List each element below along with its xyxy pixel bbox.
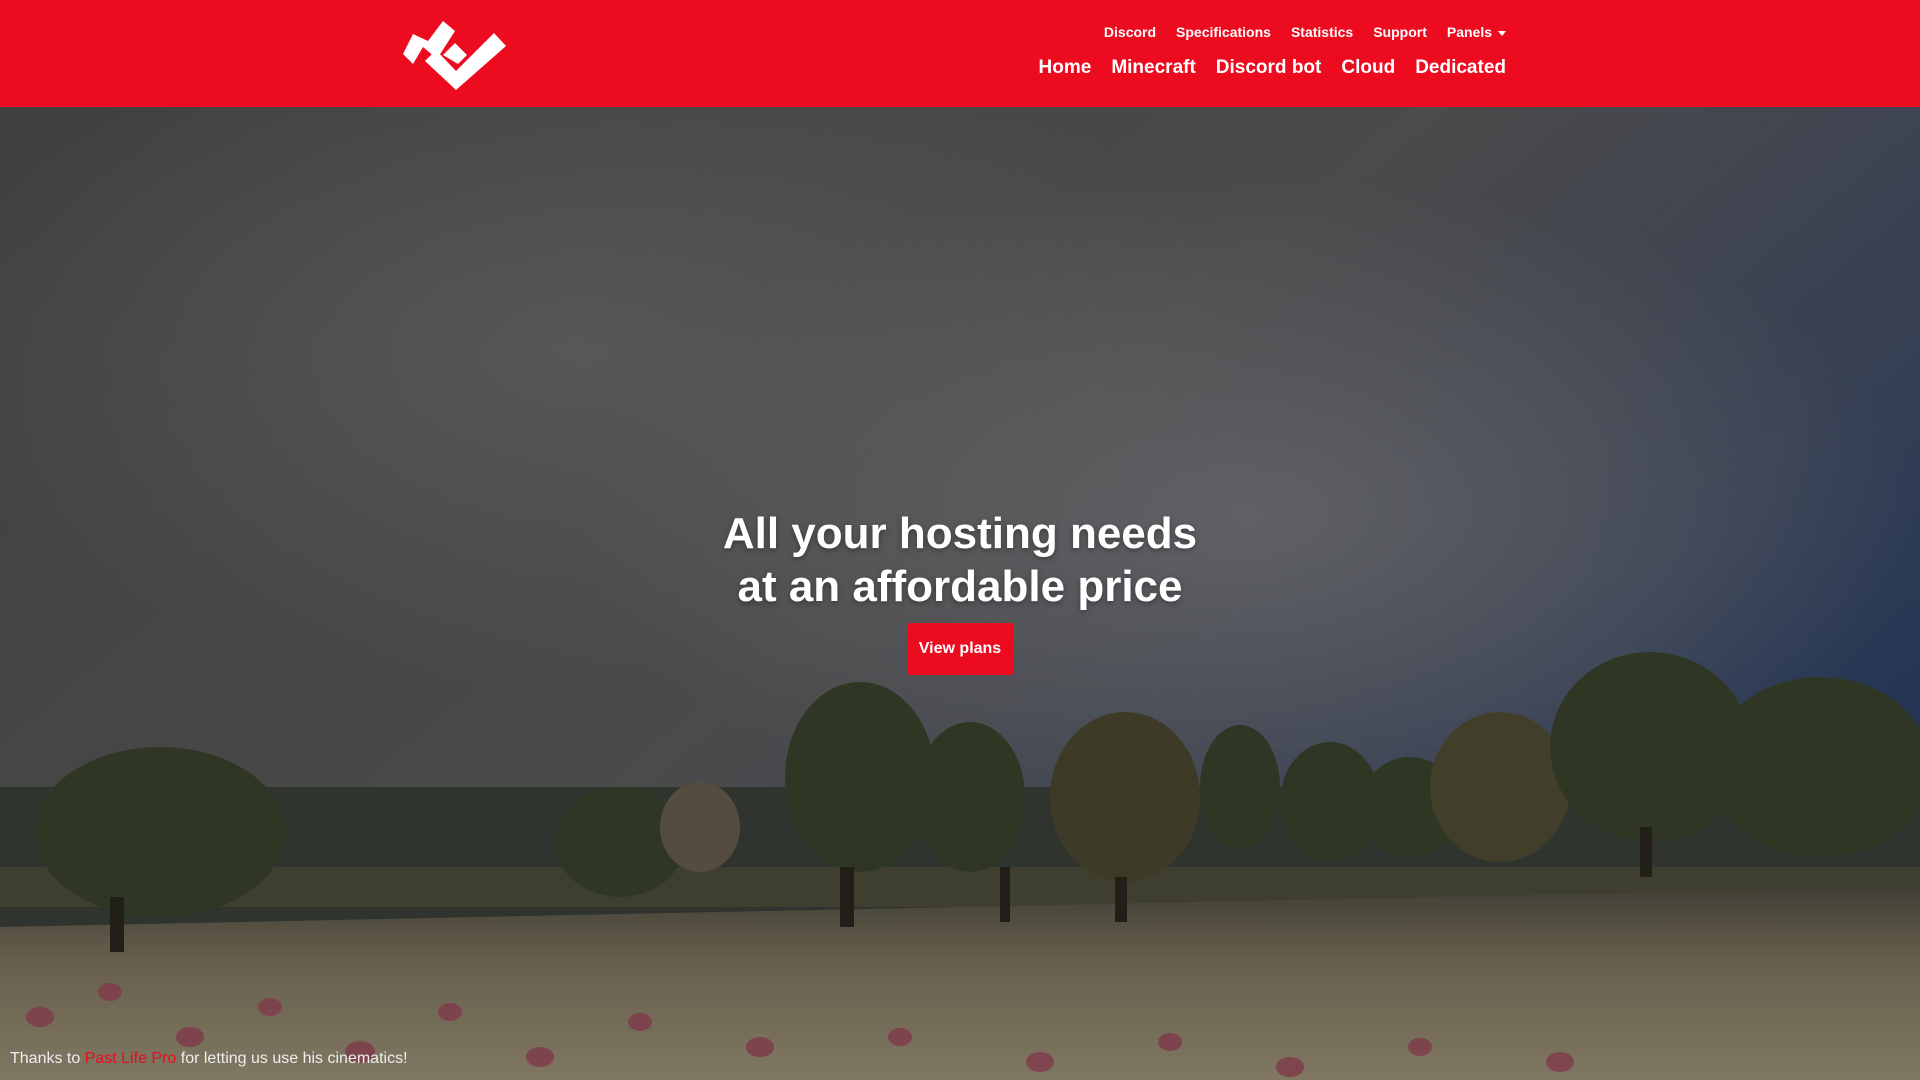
past-life-pro-link[interactable]: Past Life Pro [85, 1050, 177, 1067]
nav-discord-link[interactable]: Discord [1104, 24, 1156, 40]
site-header: Discord Specifications Statistics Suppor… [0, 0, 1920, 107]
hero-content: All your hosting needs at an affordable … [0, 507, 1920, 675]
nav-panels-dropdown[interactable]: Panels [1447, 24, 1506, 40]
view-plans-button[interactable]: View plans [906, 623, 1014, 675]
credit-prefix: Thanks to [10, 1050, 85, 1067]
nav-support-link[interactable]: Support [1373, 24, 1427, 40]
nav-discord-bot-link[interactable]: Discord bot [1216, 57, 1322, 79]
hero-section: All your hosting needs at an affordable … [0, 107, 1920, 1080]
primary-nav: Home Minecraft Discord bot Cloud Dedicat… [1039, 54, 1506, 82]
nav-dedicated-link[interactable]: Dedicated [1415, 57, 1506, 79]
nav-minecraft-link[interactable]: Minecraft [1111, 57, 1195, 79]
cinematics-credit: Thanks to Past Life Pro for letting us u… [10, 1050, 408, 1068]
nav-statistics-link[interactable]: Statistics [1291, 24, 1353, 40]
credit-suffix: for letting us use his cinematics! [176, 1050, 408, 1067]
headline-line-2: at an affordable price [737, 562, 1183, 611]
nav-cloud-link[interactable]: Cloud [1341, 57, 1395, 79]
nav-home-link[interactable]: Home [1039, 57, 1092, 79]
nav-specifications-link[interactable]: Specifications [1176, 24, 1271, 40]
headline-line-1: All your hosting needs [722, 509, 1198, 558]
caret-down-icon [1498, 30, 1506, 36]
secondary-nav: Discord Specifications Statistics Suppor… [1104, 22, 1506, 42]
panels-label: Panels [1446, 24, 1492, 40]
hero-headline: All your hosting needs at an affordable … [723, 507, 1197, 613]
checkmark-logo-icon[interactable] [403, 19, 506, 90]
